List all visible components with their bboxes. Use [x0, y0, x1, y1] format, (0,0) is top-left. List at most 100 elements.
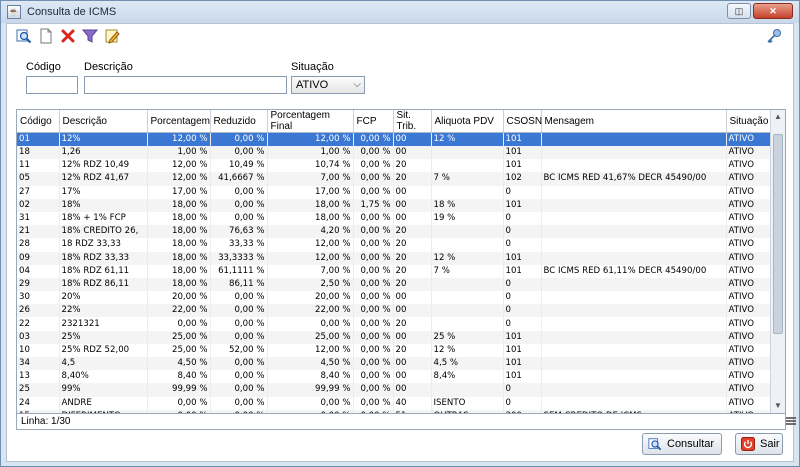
- scroll-down-icon[interactable]: ▼: [771, 399, 785, 413]
- table-row[interactable]: 24 ANDRE 0,00 % 0,00 % 0,00 % 0,00 % 40 ISENTO 0…: [17, 396, 772, 410]
- table-row[interactable]: 25 99% 99,99 % 0,00 % 99,99 % 0,00 % 00 0 ATIVO: [17, 383, 772, 397]
- table-cell: 29: [17, 277, 60, 292]
- consultar-button[interactable]: Consultar: [642, 433, 722, 455]
- table-cell: ATIVO: [726, 198, 772, 212]
- table-row[interactable]: 28 18 RDZ 33,33 18,00 % 33,33 % 12,00 % 0,00 …: [17, 238, 772, 252]
- table-row[interactable]: 27 17% 17,00 % 0,00 % 17,00 % 0,00 % 00 0 ATIVO: [17, 185, 772, 199]
- table-cell: 00: [393, 330, 432, 344]
- table-cell: 12,00 %: [267, 251, 354, 265]
- table-cell: 102: [503, 172, 542, 186]
- table-cell: 18,00 %: [147, 238, 211, 252]
- table-row[interactable]: 18 1,26 1,00 % 0,00 % 1,00 % 0,00 % 00 101 ATIVO: [17, 146, 772, 160]
- edit-icon[interactable]: [103, 27, 121, 45]
- column-header[interactable]: CSOSN: [503, 110, 542, 133]
- table-cell: [541, 146, 727, 160]
- table-cell: 61,1111 %: [210, 264, 268, 278]
- table-row[interactable]: 09 18% RDZ 33,33 18,00 % 33,3333 % 12,00 % 0,…: [17, 251, 772, 265]
- column-header[interactable]: Porcentagem Final: [267, 110, 354, 133]
- table-cell: BC ICMS RED 61,11% DECR 45490/00: [541, 264, 727, 278]
- new-document-icon[interactable]: [37, 27, 55, 45]
- table-row[interactable]: 13 8,40% 8,40 % 0,00 % 8,40 % 0,00 % 00 8,4% 101…: [17, 370, 772, 384]
- table-cell: 18% RDZ 86,11: [59, 277, 148, 292]
- close-window-button[interactable]: ✕: [753, 3, 793, 19]
- table-row[interactable]: 10 25% RDZ 52,00 25,00 % 52,00 % 12,00 % 0,00…: [17, 343, 772, 357]
- filter-icon[interactable]: [81, 27, 99, 45]
- table-row[interactable]: 11 12% RDZ 10,49 12,00 % 10,49 % 10,74 % 0,00…: [17, 159, 772, 173]
- table-cell: 18,00 %: [147, 264, 211, 278]
- table-cell: 18,00 %: [267, 198, 354, 212]
- table-row[interactable]: 26 22% 22,00 % 0,00 % 22,00 % 0,00 % 00 0 ATIVO: [17, 304, 772, 318]
- descricao-input[interactable]: [84, 76, 287, 94]
- table-row[interactable]: 21 18% CREDITO 26, 18,00 % 76,63 % 4,20 % 0,0…: [17, 225, 772, 239]
- column-header[interactable]: Sit. Trib.: [393, 110, 432, 133]
- table-cell: 18,00 %: [147, 277, 211, 292]
- search-icon[interactable]: [15, 27, 33, 45]
- table-cell: ATIVO: [726, 277, 772, 292]
- chevron-down-icon: ⌵: [353, 79, 361, 90]
- table-cell: ATIVO: [726, 343, 772, 357]
- table-cell: 0,00 %: [353, 343, 394, 357]
- scroll-thumb[interactable]: [773, 134, 783, 334]
- column-header[interactable]: Reduzido: [210, 110, 268, 133]
- table-cell: 12,00 %: [147, 172, 211, 186]
- table-row[interactable]: 34 4,5 4,50 % 0,00 % 4,50 % 0,00 % 00 4,5 % 101 A…: [17, 357, 772, 371]
- delete-icon[interactable]: [59, 27, 77, 45]
- table-cell: BC ICMS RED 41,67% DECR 45490/00: [541, 172, 727, 186]
- table-row[interactable]: 30 20% 20,00 % 0,00 % 20,00 % 0,00 % 00 0 ATIVO: [17, 291, 772, 305]
- scroll-up-icon[interactable]: ▲: [771, 110, 785, 124]
- table-cell: 0: [503, 211, 542, 226]
- table-row[interactable]: 05 12% RDZ 41,67 12,00 % 41,6667 % 7,00 % 0,0…: [17, 172, 772, 186]
- column-header[interactable]: Descrição: [59, 110, 148, 133]
- table-cell: 12% RDZ 10,49: [59, 159, 148, 173]
- restore-button[interactable]: ◫: [727, 3, 751, 19]
- column-header[interactable]: Código: [17, 110, 60, 133]
- table-cell: 18 RDZ 33,33: [59, 238, 148, 252]
- table-cell: 0,00 %: [267, 317, 354, 331]
- table-cell: 25% RDZ 52,00: [59, 343, 148, 357]
- table-cell: ATIVO: [726, 185, 772, 199]
- title-bar[interactable]: ☕ Consulta de ICMS ◫ ✕: [1, 1, 799, 23]
- table-row[interactable]: 03 25% 25,00 % 0,00 % 25,00 % 0,00 % 00 25 % 101…: [17, 330, 772, 344]
- codigo-input[interactable]: [26, 76, 78, 94]
- key-icon[interactable]: [765, 27, 783, 45]
- vertical-scrollbar[interactable]: ▲ ▼: [770, 110, 785, 413]
- table-cell: 20: [393, 317, 432, 331]
- sair-button[interactable]: Sair: [735, 433, 783, 455]
- table-row[interactable]: 31 18% + 1% FCP 18,00 % 0,00 % 18,00 % 0,00 %…: [17, 211, 772, 226]
- table-cell: 0,00 %: [210, 185, 268, 199]
- table-cell: 1,75 %: [353, 198, 394, 212]
- table-body: 01 12% 12,00 % 0,00 % 12,00 % 0,00 % 00 12 % 101…: [17, 132, 772, 413]
- table-row[interactable]: 01 12% 12,00 % 0,00 % 12,00 % 0,00 % 00 12 % 101…: [17, 132, 772, 146]
- table-row[interactable]: 29 18% RDZ 86,11 18,00 % 86,11 % 2,50 % 0,00 …: [17, 277, 772, 292]
- table-cell: 99%: [59, 383, 148, 397]
- column-header[interactable]: Aliquota PDV: [431, 110, 504, 133]
- table-cell: 99,99 %: [147, 383, 211, 397]
- table-cell: 00: [393, 304, 432, 318]
- table-row[interactable]: 02 18% 18,00 % 0,00 % 18,00 % 1,75 % 00 18 % 101…: [17, 198, 772, 212]
- column-header[interactable]: Mensagem: [541, 110, 727, 133]
- column-header[interactable]: Porcentagem: [147, 110, 211, 133]
- table-cell: 0,00 %: [353, 304, 394, 318]
- table-cell: 25,00 %: [147, 330, 211, 344]
- table-cell: 10: [17, 343, 60, 357]
- situacao-select[interactable]: ATIVO ⌵: [291, 76, 365, 94]
- column-menu-icon[interactable]: [785, 415, 797, 427]
- table-cell: 101: [503, 132, 542, 146]
- column-header[interactable]: FCP: [353, 110, 394, 133]
- table-cell: 1,00 %: [267, 146, 354, 160]
- table-cell: [541, 251, 727, 265]
- table-cell: 11: [17, 159, 60, 173]
- table-cell: 12%: [59, 132, 148, 146]
- table-cell: 13: [17, 370, 60, 384]
- table-cell: [431, 383, 504, 397]
- table-cell: [541, 357, 727, 371]
- table-cell: 0,00 %: [210, 396, 268, 410]
- table-cell: ATIVO: [726, 264, 772, 278]
- table-cell: ATIVO: [726, 396, 772, 410]
- table-row[interactable]: 22 2321321 0,00 % 0,00 % 0,00 % 0,00 % 20 0 ATIV…: [17, 317, 772, 331]
- table-cell: 41,6667 %: [210, 172, 268, 186]
- table-cell: 101: [503, 251, 542, 265]
- situacao-label: Situação: [291, 61, 334, 73]
- column-header[interactable]: Situação: [726, 110, 772, 133]
- table-row[interactable]: 04 18% RDZ 61,11 18,00 % 61,1111 % 7,00 % 0,0…: [17, 264, 772, 278]
